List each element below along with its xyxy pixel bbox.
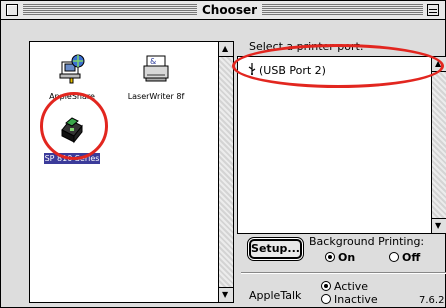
device-label: SP 810 Series	[43, 153, 101, 164]
radio-dot	[325, 252, 335, 262]
port-item[interactable]: (USB Port 2)	[244, 63, 329, 79]
device-label: AppleShare	[49, 92, 95, 101]
collapse-box[interactable]	[427, 4, 439, 16]
background-printing-label: Background Printing:	[309, 235, 425, 248]
divider	[241, 272, 446, 274]
radio-label: On	[338, 251, 356, 264]
laserwriter-icon: &	[143, 55, 169, 82]
window-title: Chooser	[197, 2, 263, 18]
printer-icon	[61, 117, 83, 144]
device-list[interactable]: AppleShare & LaserWriter 8f SP 810 Serie…	[29, 41, 234, 303]
scroll-up-arrow[interactable]: ▲	[219, 42, 233, 57]
background-on-radio[interactable]: On	[325, 252, 355, 264]
scroll-down-arrow[interactable]: ▼	[432, 218, 446, 233]
background-off-radio[interactable]: Off	[389, 252, 420, 264]
setup-button[interactable]: Setup...	[249, 239, 302, 259]
appletalk-active-radio[interactable]: Active	[321, 281, 368, 293]
port-list-label: Select a printer port:	[249, 40, 364, 53]
device-label: LaserWriter 8f	[127, 92, 185, 101]
port-list-scrollbar[interactable]: ▲ ▼	[431, 57, 446, 233]
usb-icon	[248, 63, 256, 75]
appleshare-icon	[59, 54, 85, 84]
version-label: 7.6.2	[419, 295, 445, 306]
arrow-down-icon: ▼	[435, 221, 442, 230]
radio-dot	[321, 281, 331, 291]
appletalk-label: AppleTalk	[249, 289, 302, 302]
radio-dot	[321, 294, 331, 304]
radio-label: Active	[334, 280, 369, 293]
port-item-label: (USB Port 2)	[259, 64, 326, 77]
svg-text:&: &	[150, 57, 156, 66]
arrow-down-icon: ▼	[222, 290, 229, 299]
chooser-window: Chooser AppleShare & LaserWriter 8f SP 8…	[0, 0, 446, 308]
radio-dot	[389, 252, 399, 262]
device-item-sp810[interactable]: SP 810 Series	[36, 114, 108, 165]
device-item-appleshare[interactable]: AppleShare	[36, 52, 108, 103]
scroll-down-arrow[interactable]: ▼	[219, 287, 233, 302]
arrow-up-icon: ▲	[435, 59, 442, 68]
device-item-laserwriter[interactable]: & LaserWriter 8f	[120, 52, 192, 103]
arrow-up-icon: ▲	[222, 44, 229, 53]
scroll-up-arrow[interactable]: ▲	[432, 57, 446, 72]
radio-label: Inactive	[334, 293, 378, 306]
close-box[interactable]	[6, 4, 18, 16]
appletalk-inactive-radio[interactable]: Inactive	[321, 294, 378, 306]
device-list-scrollbar[interactable]: ▲ ▼	[218, 42, 233, 302]
port-list[interactable]: (USB Port 2) ▲ ▼	[237, 56, 446, 234]
title-bar[interactable]: Chooser	[1, 1, 445, 20]
radio-label: Off	[402, 251, 421, 264]
